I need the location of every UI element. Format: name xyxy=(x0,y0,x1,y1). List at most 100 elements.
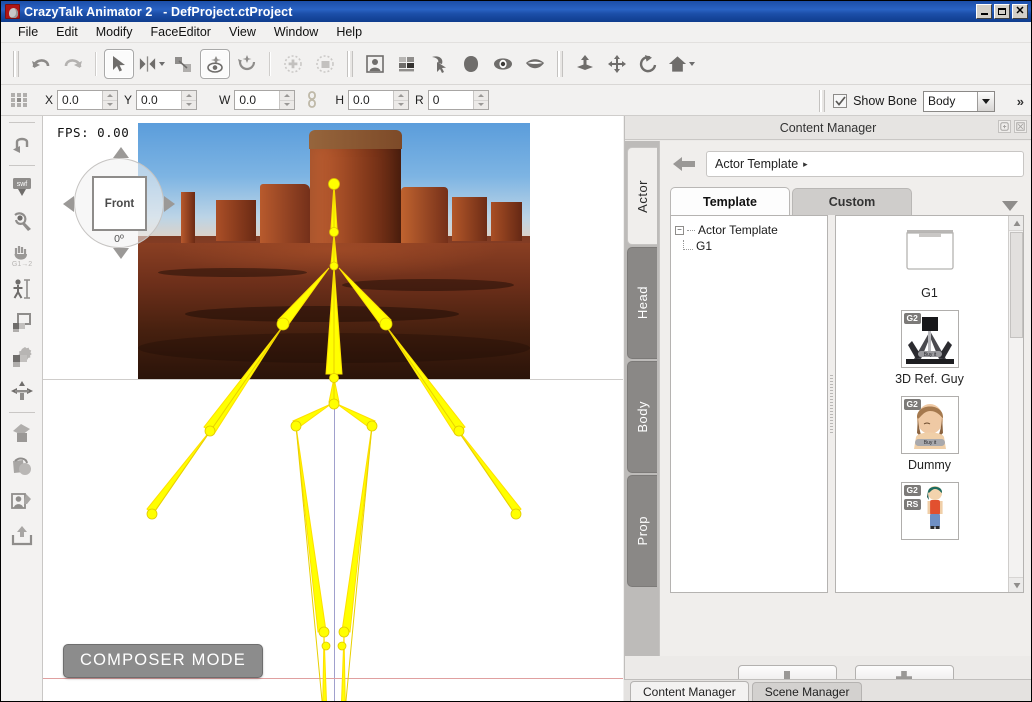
menu-item-faceeditor[interactable]: FaceEditor xyxy=(142,23,220,41)
redo-button[interactable] xyxy=(58,49,88,79)
tab-body[interactable]: Body xyxy=(627,361,657,473)
scroll-down-icon[interactable] xyxy=(1009,577,1023,592)
rail-item-composite[interactable] xyxy=(5,340,39,374)
tab-custom[interactable]: Custom xyxy=(792,188,912,215)
up-arrow-icon[interactable] xyxy=(113,147,129,158)
content-grid-scrollbar[interactable] xyxy=(1008,216,1023,592)
mouth-panel-button[interactable] xyxy=(520,49,550,79)
menu-item-window[interactable]: Window xyxy=(265,23,327,41)
minimize-button[interactable] xyxy=(976,4,992,19)
back-arrow-icon[interactable] xyxy=(670,152,698,176)
menu-item-edit[interactable]: Edit xyxy=(47,23,87,41)
elevate-button[interactable] xyxy=(570,49,600,79)
add-dashed-button[interactable] xyxy=(278,49,308,79)
rotate-button[interactable] xyxy=(634,49,664,79)
breadcrumb[interactable]: Actor Template ▸ xyxy=(706,151,1024,177)
list-item[interactable]: Buy it G2 3D Ref. Guy xyxy=(836,310,1023,394)
rail-item-actor-size[interactable] xyxy=(5,272,39,306)
x-input[interactable] xyxy=(58,91,103,109)
rail-item-face-edit[interactable] xyxy=(5,485,39,519)
stage-canvas[interactable]: FPS: 0.00 Front 0º COMPOSER MODE xyxy=(43,116,623,701)
rail-item-layer[interactable] xyxy=(5,306,39,340)
w-input[interactable] xyxy=(235,91,280,109)
rail-item-export[interactable] xyxy=(5,519,39,553)
w-step-down[interactable] xyxy=(280,101,294,110)
head-panel-button[interactable] xyxy=(456,49,486,79)
folder-tree[interactable]: − Actor Template G1 xyxy=(670,215,828,593)
bone-visibility-button[interactable] xyxy=(200,48,230,79)
y-step-down[interactable] xyxy=(182,101,196,110)
mirror-tool-button[interactable] xyxy=(136,49,166,79)
scroll-up-icon[interactable] xyxy=(1009,216,1023,231)
bottom-tab-scene-manager[interactable]: Scene Manager xyxy=(751,682,863,701)
pane-splitter[interactable] xyxy=(828,215,835,593)
toolbar-overflow-button[interactable]: » xyxy=(1017,94,1024,109)
rail-item-align[interactable] xyxy=(5,374,39,408)
actor-panel-button[interactable] xyxy=(360,49,390,79)
list-item[interactable]: Buy it G2 Dummy xyxy=(836,396,1023,480)
link-chain-icon[interactable] xyxy=(303,91,321,109)
menu-item-modify[interactable]: Modify xyxy=(87,23,142,41)
layers-panel-button[interactable] xyxy=(392,49,422,79)
eye-panel-button[interactable] xyxy=(488,49,518,79)
rail-item-flip[interactable] xyxy=(5,451,39,485)
rail-item-fold[interactable] xyxy=(5,417,39,451)
chevron-down-icon[interactable] xyxy=(977,91,994,111)
x-stepper[interactable] xyxy=(102,91,118,109)
rail-item-undo-step[interactable] xyxy=(5,127,39,161)
r-step-down[interactable] xyxy=(474,101,488,110)
show-bone-checkbox[interactable] xyxy=(833,94,848,108)
r-input[interactable] xyxy=(428,91,473,109)
folder-icon[interactable] xyxy=(900,224,959,282)
stage-viewport[interactable]: FPS: 0.00 Front 0º COMPOSER MODE xyxy=(43,116,623,701)
view-orientation-gizmo[interactable]: Front 0º xyxy=(63,147,175,259)
chevron-down-icon[interactable] xyxy=(1002,201,1018,211)
w-stepper[interactable] xyxy=(279,91,295,110)
chevron-down-icon[interactable] xyxy=(689,61,695,66)
x-step-up[interactable] xyxy=(103,91,118,101)
tab-actor[interactable]: Actor xyxy=(627,147,657,245)
rail-item-swf[interactable]: swf xyxy=(5,170,39,204)
content-grid[interactable]: G1 Buy it G2 3D Ref. Guy Buy it G2 Dummy… xyxy=(835,215,1024,593)
tab-template[interactable]: Template xyxy=(670,187,790,215)
item-thumbnail[interactable]: Buy it G2 xyxy=(900,310,959,368)
r-stepper[interactable] xyxy=(472,91,488,110)
transform-node-button[interactable] xyxy=(168,49,198,79)
list-item[interactable]: G1 xyxy=(836,224,1023,308)
tree-expander[interactable]: − xyxy=(675,225,684,235)
h-step-up[interactable] xyxy=(394,91,409,101)
tab-head[interactable]: Head xyxy=(627,247,657,359)
w-step-up[interactable] xyxy=(280,91,295,101)
rail-item-g1-to-g2[interactable]: G1→2 xyxy=(5,238,39,272)
down-arrow-icon[interactable] xyxy=(113,248,129,259)
home-button[interactable] xyxy=(666,49,696,79)
list-item[interactable]: G2 RS xyxy=(836,482,1023,540)
bottom-tab-content-manager[interactable]: Content Manager xyxy=(630,681,749,701)
item-thumbnail[interactable]: Buy it G2 xyxy=(900,396,959,454)
left-arrow-icon[interactable] xyxy=(63,196,74,212)
close-button[interactable]: ✕ xyxy=(1012,4,1028,19)
pick-tool-button[interactable] xyxy=(424,49,454,79)
tab-prop[interactable]: Prop xyxy=(627,475,657,587)
scrollbar-thumb[interactable] xyxy=(1010,232,1023,338)
menu-item-help[interactable]: Help xyxy=(327,23,371,41)
move-button[interactable] xyxy=(602,49,632,79)
undo-button[interactable] xyxy=(26,49,56,79)
h-stepper[interactable] xyxy=(393,91,409,110)
h-field[interactable] xyxy=(348,90,410,110)
breadcrumb-arrow-icon[interactable]: ▸ xyxy=(803,159,808,170)
close-panel-icon[interactable] xyxy=(1014,120,1027,133)
select-tool-button[interactable] xyxy=(104,48,134,79)
float-panel-icon[interactable] xyxy=(998,120,1011,133)
h-step-down[interactable] xyxy=(394,101,408,110)
h-input[interactable] xyxy=(349,91,394,109)
gizmo-face-label[interactable]: Front xyxy=(92,176,147,231)
rail-item-sprite-editor[interactable] xyxy=(5,204,39,238)
right-arrow-icon[interactable] xyxy=(164,196,175,212)
tree-node-root[interactable]: − Actor Template xyxy=(675,222,823,238)
menu-item-view[interactable]: View xyxy=(220,23,265,41)
remove-dashed-button[interactable] xyxy=(310,49,340,79)
reset-rotate-button[interactable] xyxy=(232,49,262,79)
r-step-up[interactable] xyxy=(473,91,488,101)
item-thumbnail[interactable]: G2 RS xyxy=(900,482,959,540)
